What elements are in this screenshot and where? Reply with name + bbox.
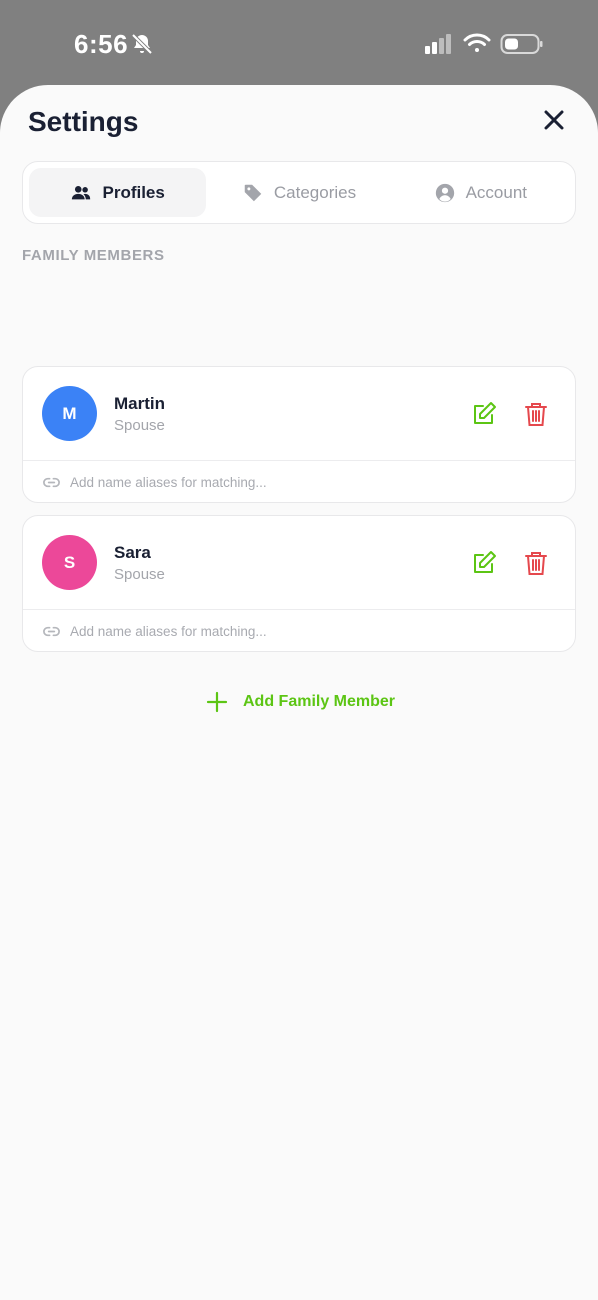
tag-icon: [244, 184, 262, 201]
section-label: FAMILY MEMBERS: [22, 247, 165, 264]
alias-placeholder: Add name aliases for matching...: [70, 475, 267, 490]
status-bar: 6:56: [0, 0, 598, 88]
wifi-icon: [463, 33, 491, 52]
battery-icon: [500, 34, 543, 54]
alias-input[interactable]: Add name aliases for matching...: [42, 610, 557, 653]
avatar: M: [42, 386, 97, 441]
status-time: 6:56: [74, 29, 129, 59]
member-header: M Martin Spouse: [23, 367, 575, 460]
user-circle-icon: [435, 183, 454, 202]
member-role: Spouse: [114, 417, 165, 434]
member-header: S Sara Spouse: [23, 516, 575, 609]
avatar: S: [42, 535, 97, 590]
close-icon: [544, 110, 564, 130]
settings-tabs: Profiles Categories Account: [22, 161, 576, 224]
add-family-member-button[interactable]: Add Family Member: [205, 686, 395, 718]
edit-icon[interactable]: [471, 401, 497, 427]
tab-account[interactable]: Account: [392, 168, 569, 217]
close-button[interactable]: [538, 104, 570, 136]
tab-profiles[interactable]: Profiles: [29, 168, 207, 217]
link-icon: [43, 477, 60, 488]
alias-placeholder: Add name aliases for matching...: [70, 624, 267, 639]
member-card: M Martin Spouse Add name aliases for mat…: [22, 366, 576, 503]
page-title: Settings: [28, 106, 139, 137]
trash-icon[interactable]: [523, 549, 549, 577]
tab-categories-label: Categories: [273, 182, 357, 202]
signal-icon: [425, 34, 451, 54]
member-name: Martin: [114, 394, 165, 413]
member-role: Spouse: [114, 566, 165, 583]
tab-profiles-label: Profiles: [102, 182, 165, 202]
users-icon: [72, 185, 91, 199]
tab-categories[interactable]: Categories: [210, 168, 387, 217]
edit-icon[interactable]: [471, 550, 497, 576]
add-family-member-label: Add Family Member: [243, 693, 396, 710]
bell-off-icon: [131, 33, 153, 55]
tab-account-label: Account: [465, 182, 528, 202]
link-icon: [43, 626, 60, 637]
member-name: Sara: [114, 543, 151, 562]
plus-icon: [206, 691, 228, 713]
member-card: S Sara Spouse Add name aliases for match…: [22, 515, 576, 652]
alias-input[interactable]: Add name aliases for matching...: [42, 461, 557, 504]
trash-icon[interactable]: [523, 400, 549, 428]
